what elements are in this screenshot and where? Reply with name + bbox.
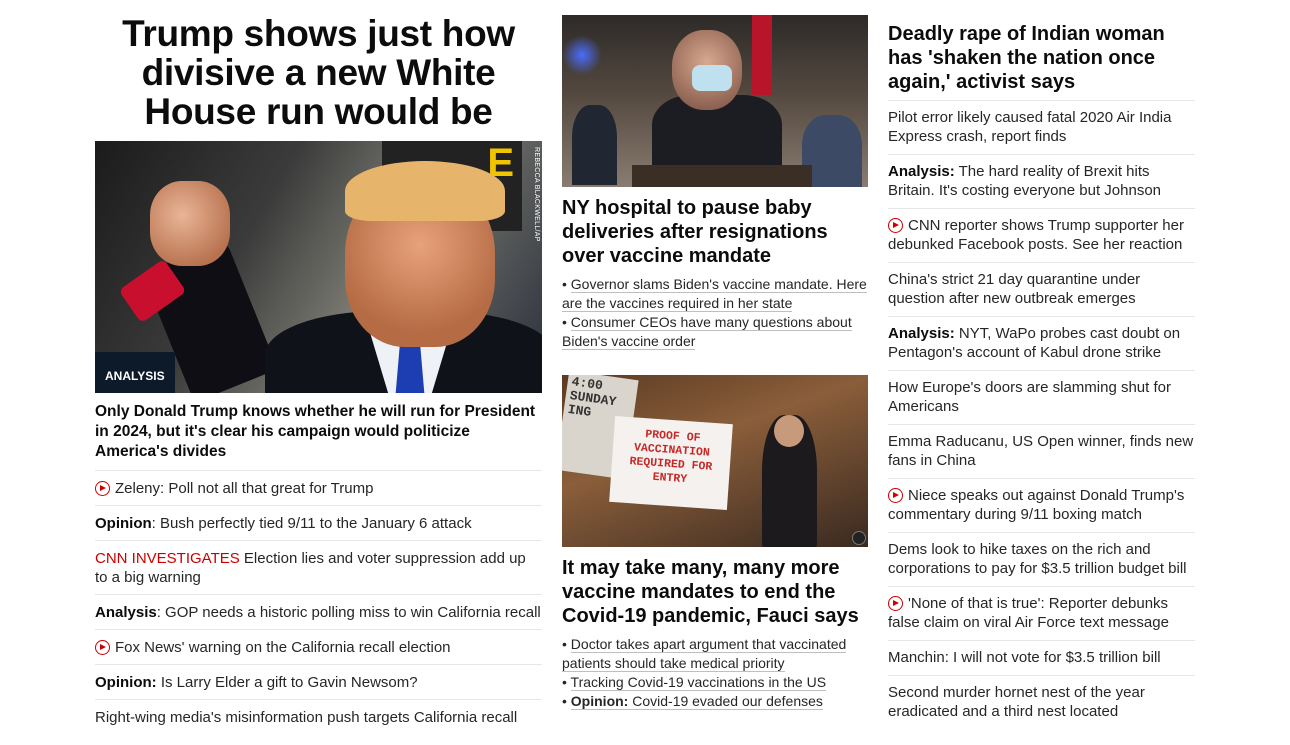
list-item[interactable]: Analysis: NYT, WaPo probes cast doubt on… [888, 316, 1195, 370]
analysis-tag: ANALYSIS [95, 352, 175, 393]
lead-related-list: Zeleny: Poll not all that great for Trum… [95, 470, 542, 734]
list-item[interactable]: Fox News' warning on the California reca… [95, 629, 542, 664]
list-item[interactable]: Opinion: Is Larry Elder a gift to Gavin … [95, 664, 542, 699]
middle-column: NY hospital to pause baby deliveries aft… [562, 0, 868, 711]
list-item[interactable]: Dems look to hike taxes on the rich and … [888, 532, 1195, 586]
lead-column: Trump shows just how divisive a new Whit… [95, 0, 542, 734]
photo-credit: REBECCA BLACKWELL/AP [533, 147, 540, 242]
vaccination-sign: PROOF OF VACCINATION REQUIRED FOR ENTRY [609, 415, 733, 511]
list-item[interactable]: Pilot error likely caused fatal 2020 Air… [888, 100, 1195, 154]
right-column: Deadly rape of Indian woman has 'shaken … [888, 0, 1195, 729]
list-item[interactable]: Manchin: I will not vote for $3.5 trilli… [888, 640, 1195, 675]
list-item[interactable]: • Tracking Covid-19 vaccinations in the … [562, 673, 868, 692]
list-item[interactable]: Analysis: GOP needs a historic polling m… [95, 594, 542, 629]
play-circle-icon [95, 481, 110, 496]
item-label: Analysis: [888, 163, 955, 180]
vaccine-story-headline[interactable]: It may take many, many more vaccine mand… [562, 547, 868, 628]
item-label: Analysis: [888, 325, 955, 342]
list-item[interactable]: CNN INVESTIGATES Election lies and voter… [95, 540, 542, 594]
india-story-headline[interactable]: Deadly rape of Indian woman has 'shaken … [888, 0, 1195, 94]
vaccine-story-image[interactable]: 4:00 SUNDAY ING PROOF OF VACCINATION REQ… [562, 375, 868, 547]
play-circle-icon [95, 640, 110, 655]
play-circle-icon [888, 488, 903, 503]
play-circle-icon [888, 596, 903, 611]
list-item[interactable]: 'None of that is true': Reporter debunks… [888, 586, 1195, 640]
list-item[interactable]: CNN reporter shows Trump supporter her d… [888, 208, 1195, 262]
list-item[interactable]: • Consumer CEOs have many questions abou… [562, 313, 868, 351]
play-circle-icon [888, 218, 903, 233]
list-item[interactable]: • Opinion: Covid-19 evaded our defenses [562, 692, 868, 711]
list-item[interactable]: Analysis: The hard reality of Brexit hit… [888, 154, 1195, 208]
hospital-story-image[interactable] [562, 15, 868, 187]
lead-headline[interactable]: Trump shows just how divisive a new Whit… [95, 0, 542, 131]
list-item[interactable]: Right-wing media's misinformation push t… [95, 699, 542, 734]
hospital-related-list: • Governor slams Biden's vaccine mandate… [562, 275, 868, 351]
item-label: Analysis [95, 604, 157, 621]
top-stories-list: Pilot error likely caused fatal 2020 Air… [888, 100, 1195, 729]
item-label: Opinion [95, 515, 152, 532]
item-label: Opinion: [570, 693, 629, 709]
vaccine-related-list: • Doctor takes apart argument that vacci… [562, 635, 868, 711]
list-item[interactable]: Opinion: Bush perfectly tied 9/11 to the… [95, 505, 542, 540]
list-item[interactable]: How Europe's doors are slamming shut for… [888, 370, 1195, 424]
list-item[interactable]: • Doctor takes apart argument that vacci… [562, 635, 868, 673]
list-item[interactable]: Niece speaks out against Donald Trump's … [888, 478, 1195, 532]
list-item[interactable]: Emma Raducanu, US Open winner, finds new… [888, 424, 1195, 478]
lead-hero-image[interactable]: E REBECCA BLACKWELL/AP ANALYSIS [95, 141, 542, 393]
hospital-story-headline[interactable]: NY hospital to pause baby deliveries aft… [562, 187, 868, 268]
list-item[interactable]: Zeleny: Poll not all that great for Trum… [95, 470, 542, 505]
item-label: Opinion: [95, 674, 157, 691]
list-item[interactable]: China's strict 21 day quarantine under q… [888, 262, 1195, 316]
lead-caption[interactable]: Only Donald Trump knows whether he will … [95, 393, 542, 462]
expand-icon[interactable] [852, 531, 866, 545]
list-item[interactable]: Second murder hornet nest of the year er… [888, 675, 1195, 729]
list-item[interactable]: • Governor slams Biden's vaccine mandate… [562, 275, 868, 313]
section-label: CNN INVESTIGATES [95, 550, 240, 567]
